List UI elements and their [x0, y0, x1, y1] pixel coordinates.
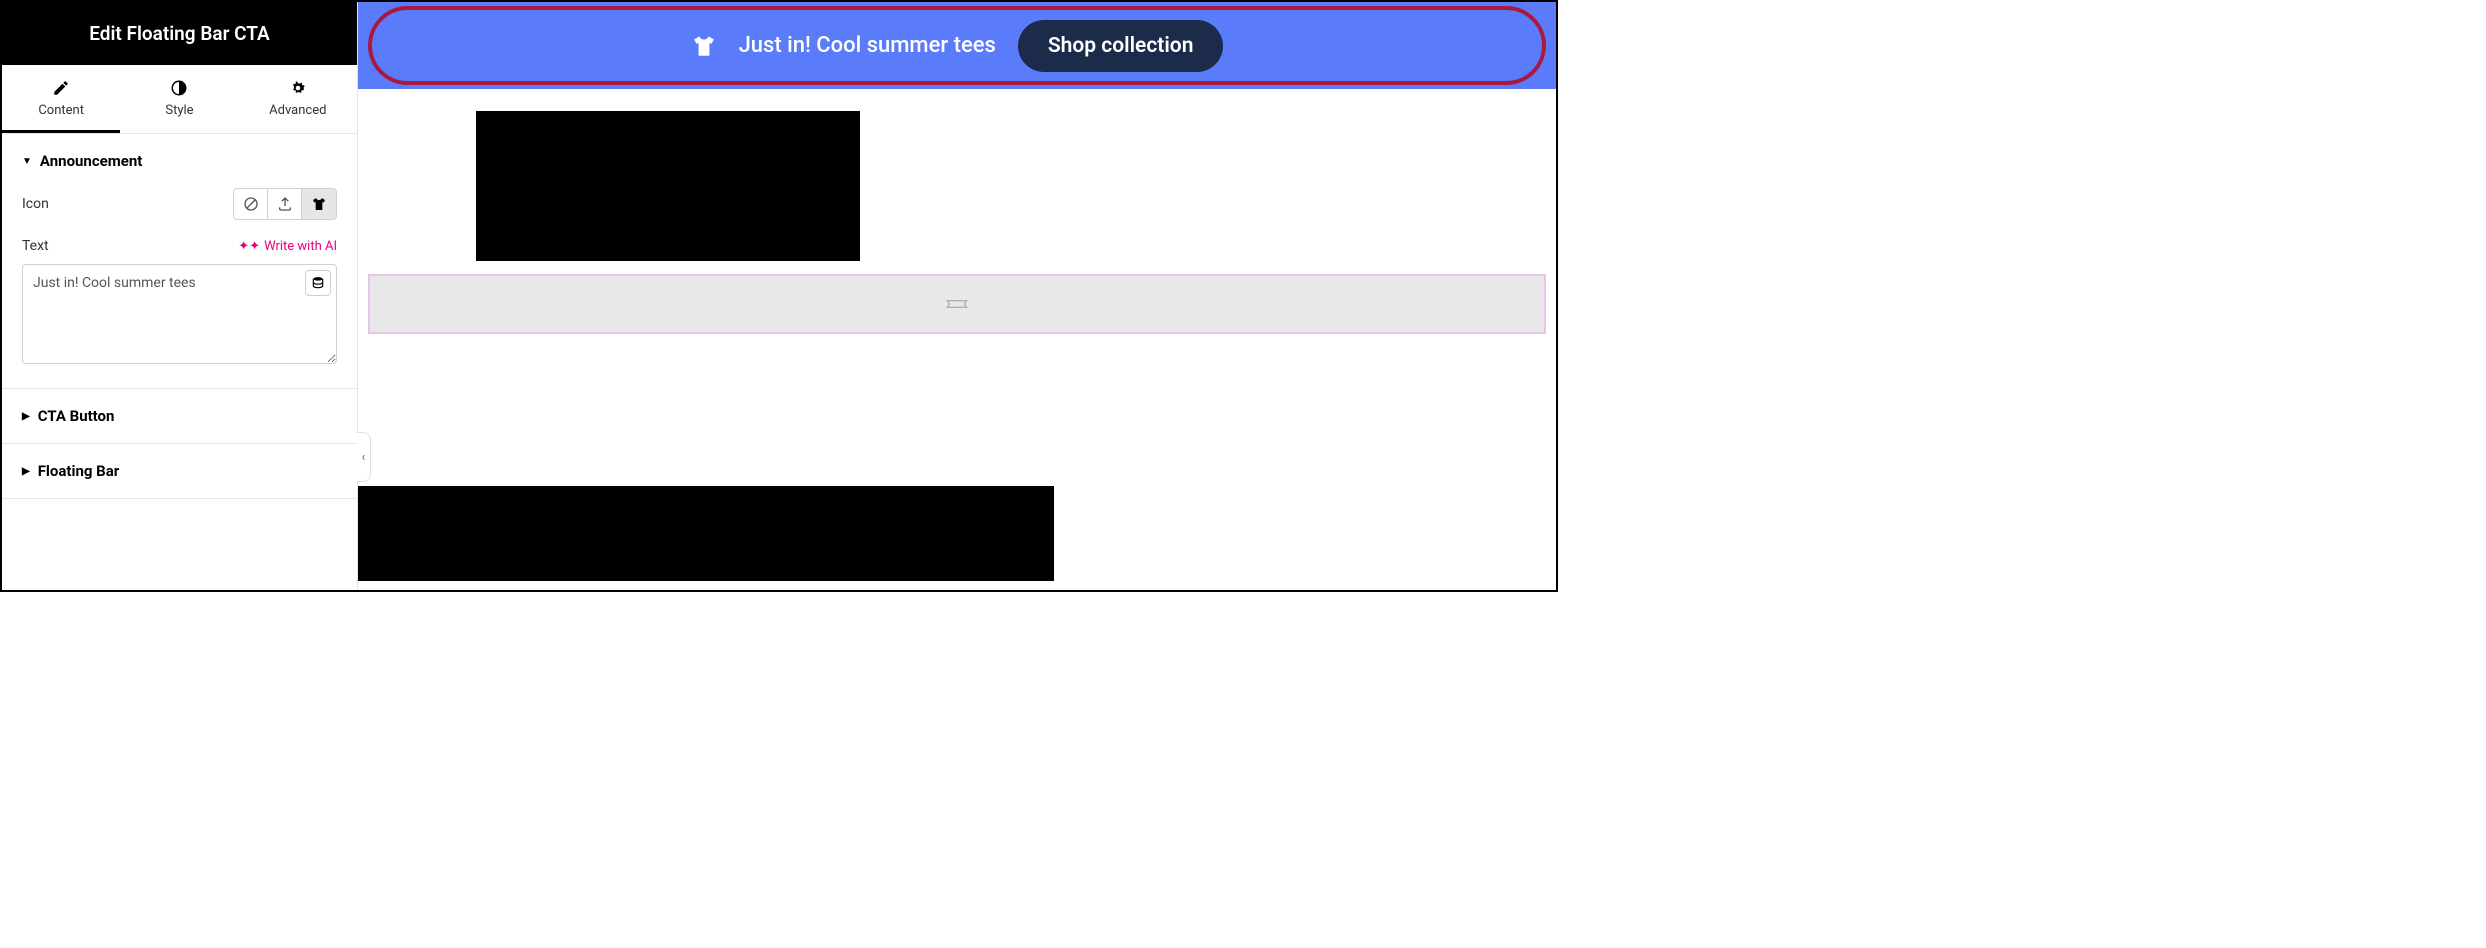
floating-bar-text: Just in! Cool summer tees	[739, 33, 996, 58]
preview-canvas: Just in! Cool summer tees Shop collectio…	[358, 2, 1556, 590]
tab-content-label: Content	[38, 103, 84, 118]
tab-advanced[interactable]: Advanced	[239, 65, 357, 133]
gear-icon	[289, 79, 307, 97]
caret-down-icon: ▼	[22, 156, 32, 167]
icon-none-button[interactable]	[234, 189, 268, 219]
dynamic-content-button[interactable]	[305, 270, 331, 296]
tab-advanced-label: Advanced	[269, 103, 326, 118]
tab-content[interactable]: Content	[2, 65, 120, 133]
section-announcement-title: Announcement	[40, 152, 142, 170]
icon-upload-button[interactable]	[268, 189, 302, 219]
section-cta-title: CTA Button	[38, 407, 115, 425]
section-floating-bar-title: Floating Bar	[38, 462, 120, 480]
redacted-content-block	[358, 486, 1054, 581]
sparkle-icon: ✦✦	[238, 239, 260, 254]
text-field-header: Text ✦✦ Write with AI	[22, 238, 337, 254]
collapse-sidebar-handle[interactable]: ‹	[357, 432, 371, 482]
shop-collection-button[interactable]: Shop collection	[1018, 20, 1224, 72]
section-announcement-body: Icon Text ✦✦ Write with A	[2, 188, 357, 388]
ribbon-icon	[944, 294, 970, 314]
redacted-content-block	[476, 111, 860, 261]
caret-right-icon: ▶	[22, 466, 30, 477]
empty-section-placeholder[interactable]	[368, 274, 1546, 334]
editor-sidebar: Edit Floating Bar CTA Content Style Adva…	[2, 2, 358, 590]
icon-field-row: Icon	[22, 188, 337, 220]
section-announcement-header[interactable]: ▼ Announcement	[2, 134, 357, 188]
contrast-icon	[170, 79, 188, 97]
icon-label: Icon	[22, 196, 49, 212]
sidebar-title: Edit Floating Bar CTA	[2, 2, 357, 65]
tab-style[interactable]: Style	[120, 65, 238, 133]
text-input-wrapper	[22, 264, 337, 368]
caret-right-icon: ▶	[22, 411, 30, 422]
section-announcement: ▼ Announcement Icon Tex	[2, 134, 357, 389]
section-cta-button: ▶ CTA Button	[2, 389, 357, 444]
tab-style-label: Style	[165, 103, 193, 118]
editor-tabs: Content Style Advanced	[2, 65, 357, 134]
section-cta-header[interactable]: ▶ CTA Button	[2, 389, 357, 443]
section-floating-bar-header[interactable]: ▶ Floating Bar	[2, 444, 357, 498]
floating-bar-preview[interactable]: Just in! Cool summer tees Shop collectio…	[358, 2, 1556, 89]
announcement-text-input[interactable]	[22, 264, 337, 364]
section-floating-bar: ▶ Floating Bar	[2, 444, 357, 499]
icon-tshirt-button[interactable]	[302, 189, 336, 219]
chevron-left-icon: ‹	[362, 450, 366, 465]
pencil-icon	[52, 79, 70, 97]
tshirt-icon	[691, 33, 717, 59]
text-label: Text	[22, 238, 49, 254]
icon-selector	[233, 188, 337, 220]
write-with-ai-label: Write with AI	[264, 239, 337, 254]
write-with-ai-link[interactable]: ✦✦ Write with AI	[238, 239, 337, 254]
